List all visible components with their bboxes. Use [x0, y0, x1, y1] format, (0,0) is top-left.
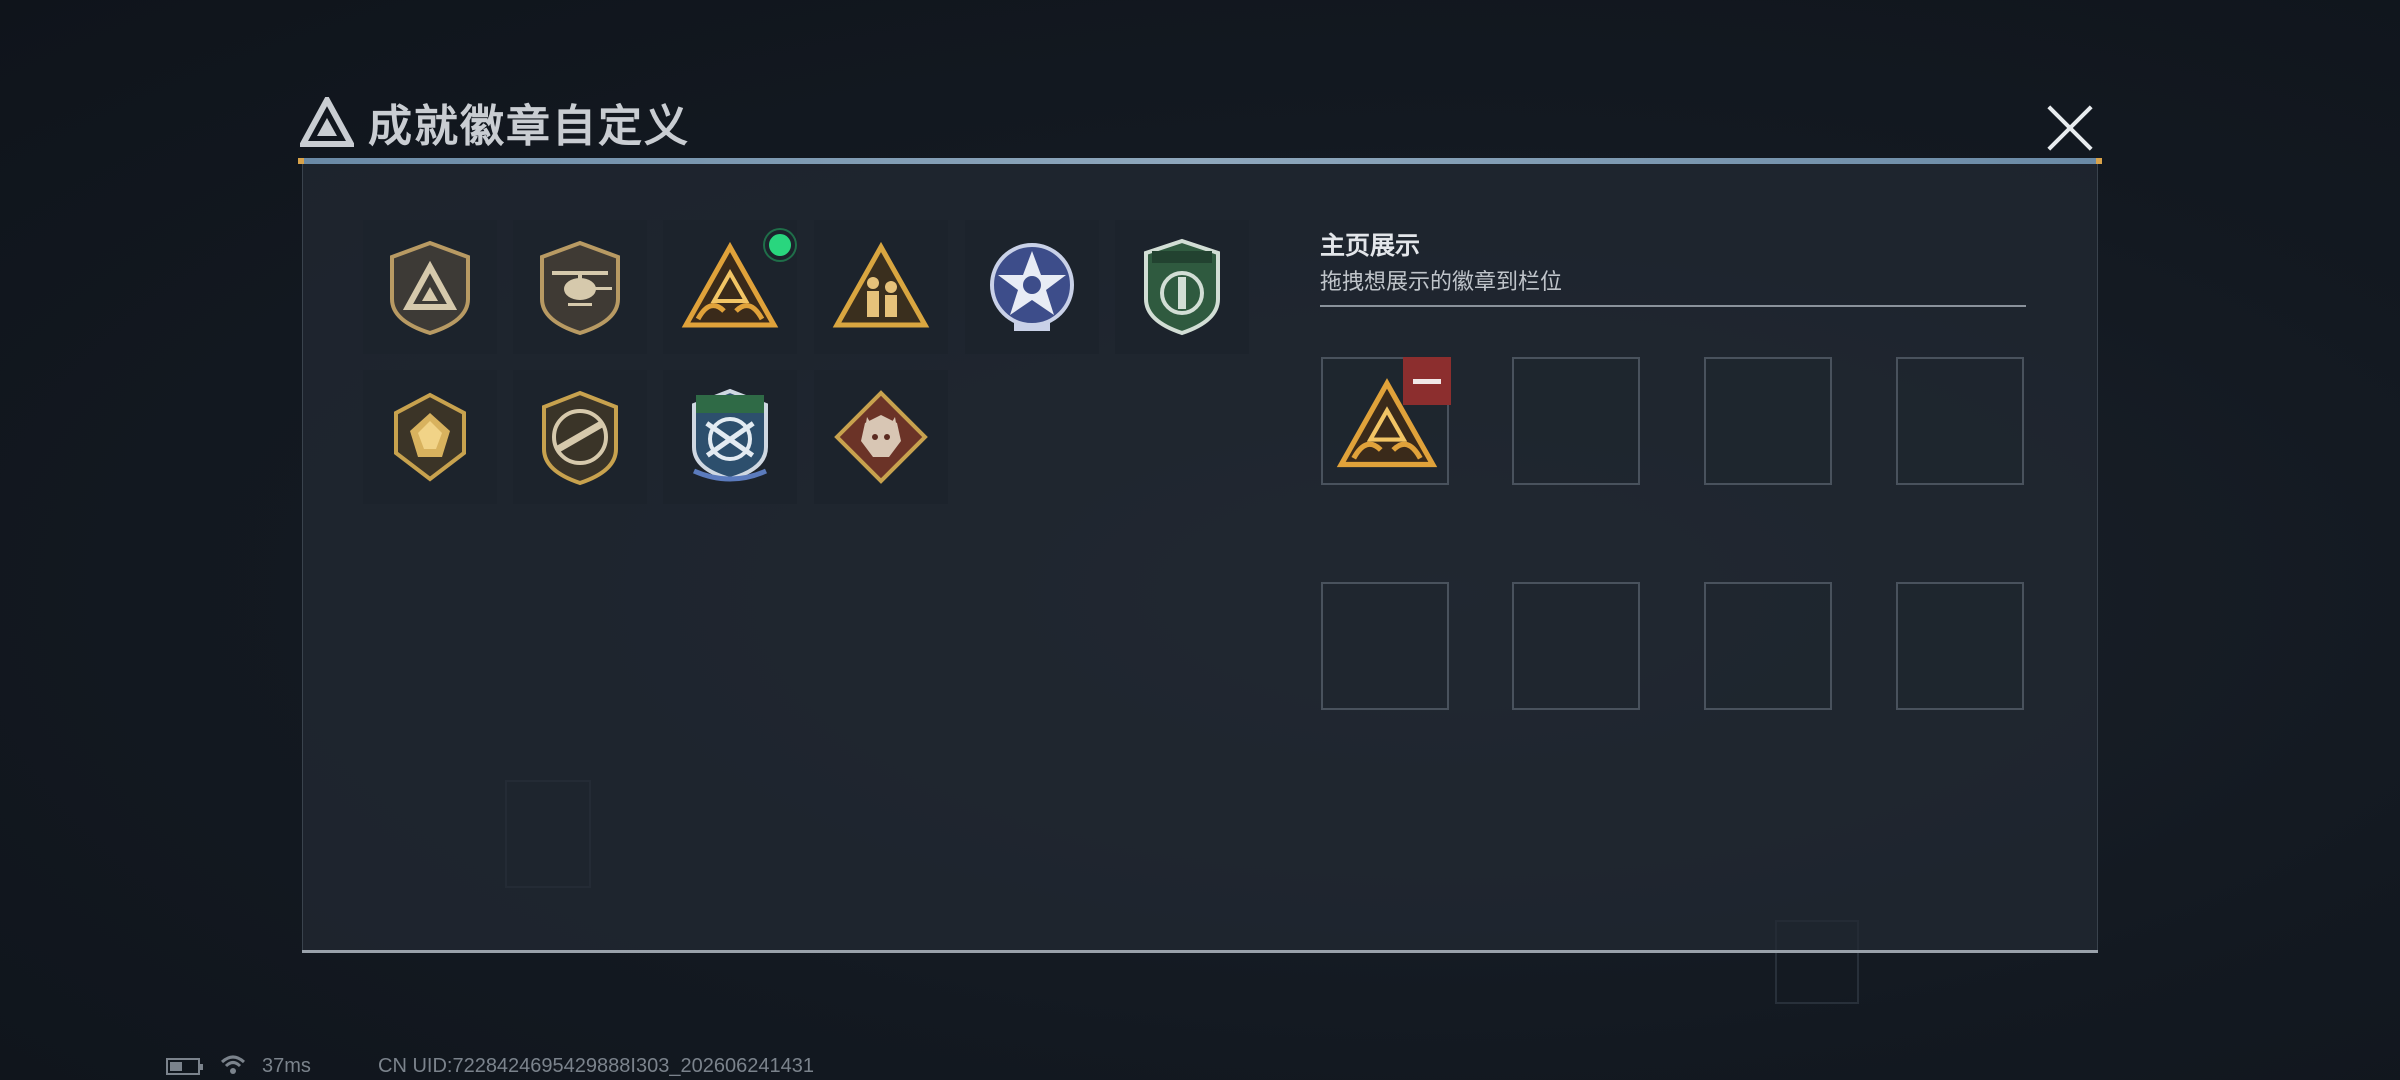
modal-header: 成就徽章自定义	[300, 92, 690, 152]
showcase-slot-4[interactable]	[1896, 357, 2024, 485]
uid-text: CN UID:7228424695429888I303_202606241431	[378, 1055, 814, 1077]
triangle-logo-icon	[300, 97, 354, 147]
showcase-slot-6[interactable]	[1512, 582, 1640, 710]
badge-helicopter[interactable]	[513, 220, 647, 354]
showcase-slot-5[interactable]	[1321, 582, 1449, 710]
showcase-divider	[1320, 305, 2026, 307]
ping-text: 37ms	[262, 1055, 311, 1077]
badge-star-emblem[interactable]	[965, 220, 1099, 354]
battery-icon	[166, 1058, 203, 1075]
showcase-title: 主页展示	[1320, 232, 1421, 260]
showcase-subtitle: 拖拽想展示的徽章到栏位	[1320, 269, 1563, 294]
remove-badge-button[interactable]	[1403, 357, 1451, 405]
badge-wolf-diamond[interactable]	[814, 370, 948, 504]
badge-triangle-shield[interactable]	[363, 220, 497, 354]
showcase-slot-7[interactable]	[1704, 582, 1832, 710]
triangle-shield-icon	[390, 240, 470, 336]
modal-title: 成就徽章自定义	[368, 102, 690, 151]
panel-bottom-border	[302, 950, 2098, 953]
helicopter-icon	[540, 240, 620, 336]
showcase-slot-3[interactable]	[1704, 357, 1832, 485]
selected-indicator	[765, 230, 795, 260]
panel-top-border	[298, 158, 2102, 164]
rifle-crest-icon	[542, 390, 618, 486]
showcase-slot-2[interactable]	[1512, 357, 1640, 485]
badge-rifle-crest[interactable]	[513, 370, 647, 504]
badge-gold-gem[interactable]	[363, 370, 497, 504]
blue-crossed-rifles-icon	[692, 388, 768, 482]
badge-soldiers-triangle[interactable]	[814, 220, 948, 354]
star-emblem-icon	[990, 243, 1074, 331]
hands-triangle-icon	[681, 241, 779, 328]
close-button[interactable]	[2042, 100, 2098, 156]
badge-green-shield[interactable]	[1115, 220, 1249, 354]
wifi-icon	[220, 1055, 246, 1074]
soldiers-triangle-icon	[832, 241, 930, 328]
wolf-diamond-icon	[834, 390, 928, 484]
gold-gem-icon	[394, 392, 466, 482]
badge-blue-crossed-rifles[interactable]	[663, 370, 797, 504]
showcase-slot-8[interactable]	[1896, 582, 2024, 710]
green-shield-icon	[1144, 238, 1220, 336]
